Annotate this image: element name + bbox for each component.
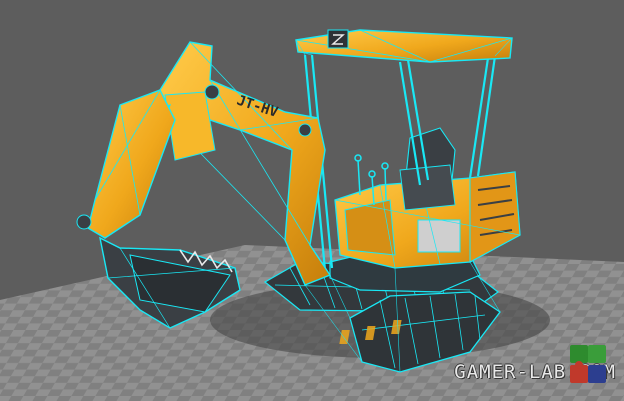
cab-seat — [399, 127, 456, 211]
puzzle-logo-icon — [570, 345, 606, 383]
dipper-arm — [76, 89, 176, 239]
canopy-roof — [295, 29, 513, 63]
viewport-scene: JT-HV — [0, 29, 624, 401]
